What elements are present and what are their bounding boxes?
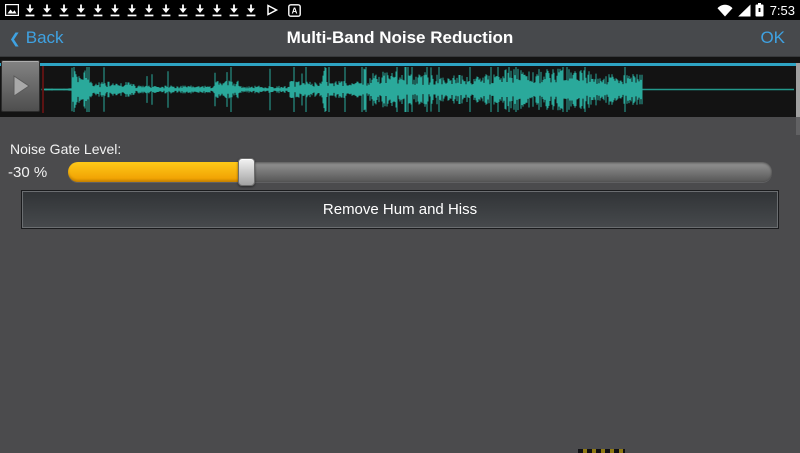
download-icon	[211, 4, 223, 17]
play-outline-icon	[266, 4, 279, 16]
page-title: Multi-Band Noise Reduction	[0, 28, 800, 48]
ok-button[interactable]: OK	[760, 28, 785, 48]
watermark-fragment	[578, 449, 625, 453]
download-icon	[126, 4, 138, 17]
remove-hum-hiss-button[interactable]: Remove Hum and Hiss	[22, 191, 778, 228]
download-icon	[75, 4, 87, 17]
download-icon	[245, 4, 257, 17]
back-label: Back	[26, 28, 64, 48]
system-status-icons: 7:53	[717, 3, 795, 18]
battery-icon	[755, 3, 764, 17]
download-icon	[160, 4, 172, 17]
status-bar: A 7:53	[0, 0, 800, 20]
scrollbar-track	[796, 117, 800, 135]
slider-thumb[interactable]	[238, 158, 255, 186]
playhead-cursor	[42, 66, 44, 113]
wifi-icon	[717, 4, 733, 17]
play-triangle-icon	[11, 74, 31, 98]
noise-gate-slider[interactable]	[68, 162, 772, 182]
noise-gate-label: Noise Gate Level:	[10, 141, 121, 157]
download-icon	[41, 4, 53, 17]
download-icon	[143, 4, 155, 17]
cell-signal-icon	[737, 4, 751, 17]
waveform-panel[interactable]	[0, 57, 800, 117]
download-icon	[177, 4, 189, 17]
download-icon-group	[24, 4, 257, 17]
noise-gate-value: -30 %	[8, 164, 47, 181]
screenshot-icon	[5, 4, 19, 16]
notification-icon-area: A	[5, 4, 301, 17]
back-chevron-icon: ❮	[9, 30, 21, 47]
download-icon	[228, 4, 240, 17]
clock: 7:53	[768, 3, 795, 18]
svg-text:A: A	[292, 6, 298, 15]
download-icon	[24, 4, 36, 17]
audio-waveform	[0, 66, 800, 113]
download-icon	[58, 4, 70, 17]
play-button[interactable]	[1, 60, 40, 112]
letter-a-badge-icon: A	[288, 4, 301, 17]
multi-band-noise-reduction-screen: { "statusbar": { "time": "7:53", "downlo…	[0, 0, 800, 453]
slider-fill	[68, 162, 246, 182]
download-icon	[109, 4, 121, 17]
back-button[interactable]: ❮ Back	[9, 28, 64, 48]
download-icon	[92, 4, 104, 17]
scrollbar[interactable]	[796, 63, 800, 117]
header-bar: ❮ Back Multi-Band Noise Reduction OK	[0, 20, 800, 57]
download-icon	[194, 4, 206, 17]
